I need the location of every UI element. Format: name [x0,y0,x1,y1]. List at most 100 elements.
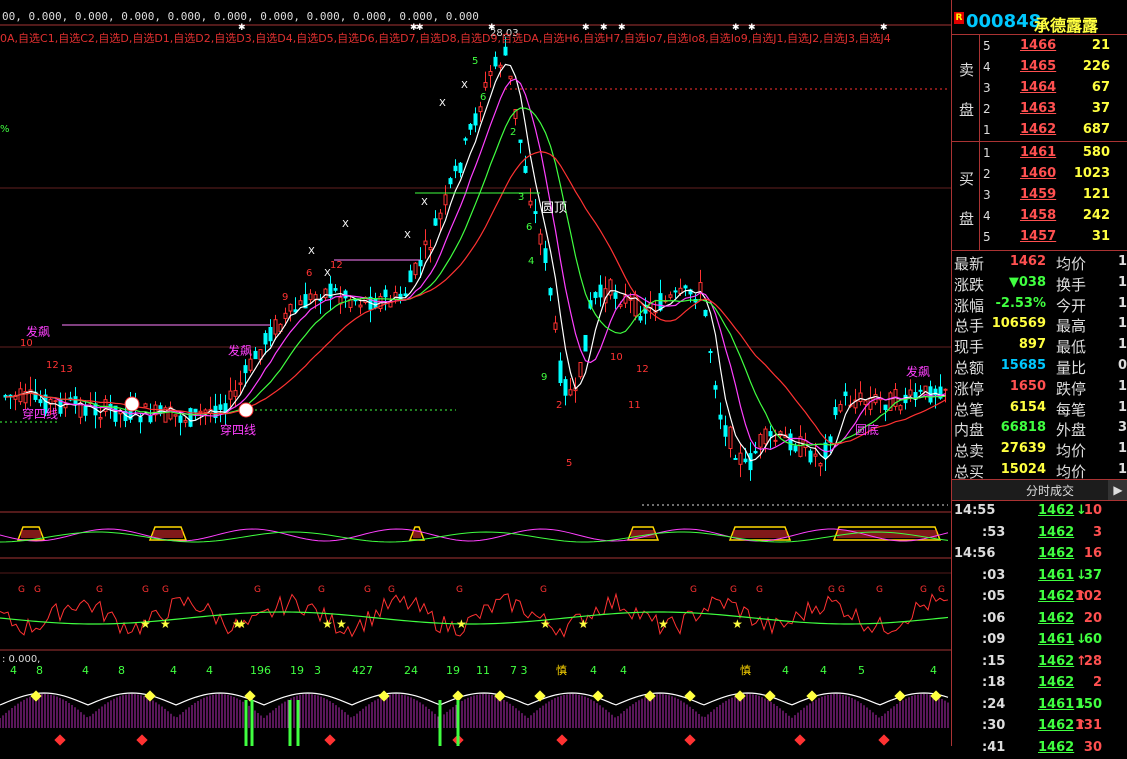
candle-body [549,289,552,295]
red-diamond-marker [54,734,65,745]
quote-key: 涨跌 [954,274,984,295]
quote-value: 1650 [1010,379,1046,394]
candle-body [584,335,587,350]
bid-price[interactable]: 1458 [1020,208,1056,223]
quote-row: 涨跌▼038换手1. [952,273,1127,294]
bar-count-label: 6 [480,92,486,103]
signal-x-marker: X [461,80,468,91]
candle-body [289,304,292,311]
candle-body [74,397,77,405]
quote-value: 1. [1118,275,1127,290]
candle-body [539,234,542,244]
kline-chart[interactable]: 28.03发飙发飙发飙穿四线穿四线圆顶圆底%: 0.000,XXXXXXX✱✱✱… [0,0,951,746]
quote-key: 最高 [1056,315,1086,336]
candle-body [524,166,527,172]
bid-row[interactable]: 214601023 [980,164,1127,185]
candle-body [489,71,492,75]
diamond-marker [452,690,463,701]
candle-body [639,317,642,320]
ask-row[interactable]: 41465226 [980,57,1127,78]
tick-list[interactable]: 14:551462↓10:531462314:56146216:031461↓3… [952,501,1127,759]
candle-body [174,415,177,416]
kline-chart-area[interactable]: 28.03发飙发飙发飙穿四线穿四线圆顶圆底%: 0.000,XXXXXXX✱✱✱… [0,0,951,746]
ask-price[interactable]: 1466 [1020,38,1056,53]
ask-row[interactable]: 2146337 [980,99,1127,120]
candle-body [569,390,572,395]
ask-price[interactable]: 1465 [1020,59,1056,74]
stock-title-bar: R 000848 承德露露 [952,0,1127,35]
ask-price[interactable]: 1464 [1020,80,1056,95]
tick-time: :15 [982,654,1005,669]
tick-time: :53 [982,525,1005,540]
candle-body [249,359,252,370]
g-marker: G [540,585,547,595]
candle-body [559,361,562,382]
stock-name[interactable]: 承德露露 [1034,12,1098,36]
annotation-yuanding: 圆顶 [541,201,567,216]
ask-row[interactable]: 11462687 [980,120,1127,141]
bottom-number: 11 [476,664,490,677]
bid-level: 1 [983,146,991,160]
bar-count-label: 12 [636,364,649,375]
ask-row[interactable]: 3146467 [980,78,1127,99]
ask-price[interactable]: 1463 [1020,101,1056,116]
candle-body [409,271,412,282]
quote-row: 内盘66818外盘39 [952,418,1127,439]
candle-body [509,76,512,79]
ask-row[interactable]: 5146621 [980,36,1127,57]
bid-row[interactable]: 5145731 [980,227,1127,248]
red-diamond-marker [878,734,889,745]
bid-price[interactable]: 1461 [1020,145,1056,160]
candle-body [759,435,762,448]
candle-body [669,295,672,297]
quote-key: 每笔 [1056,399,1086,420]
watchlist-tabs[interactable]: 0A,自选C1,自选C2,自选D,自选D1,自选D2,自选D3,自选D4,自选D… [0,30,891,46]
quote-row: 现手897最低1 [952,335,1127,356]
bottom-number: 4 [82,664,89,677]
tick-price: 1462 [1038,654,1074,669]
ask-price[interactable]: 1462 [1020,122,1056,137]
candle-body [594,293,597,298]
quote-key: 均价 [1056,440,1086,461]
expand-arrow-icon[interactable]: ▶ [1108,480,1127,500]
tick-volume: 131 [1075,718,1102,733]
bid-row[interactable]: 41458242 [980,206,1127,227]
tick-row: 14:56146216 [952,544,1127,566]
buy-star-marker: ★ [658,617,669,631]
candle-body [474,114,477,125]
bid-price[interactable]: 1459 [1020,187,1056,202]
bid-row[interactable]: 31459121 [980,185,1127,206]
quote-row: 最新1462均价1 [952,252,1127,273]
candle-body [499,65,502,67]
candle-body [114,406,117,421]
sell-side-label: 卖 盘 [952,35,980,141]
ask-level: 4 [983,60,991,74]
g-marker: G [34,585,41,595]
ticks-header[interactable]: 分时成交 ▶ [952,480,1127,501]
margin-badge: R [954,12,964,24]
buy-book: 买 盘 114615802146010233145912141458242514… [952,142,1127,251]
candle-body [754,451,757,452]
stock-code[interactable]: 000848 [966,11,1041,32]
bar-count-label: 12 [330,260,343,271]
bar-count-label: 9 [541,372,547,383]
quote-value: 1 [1118,316,1127,331]
quote-key: 总手 [954,315,984,336]
bid-price[interactable]: 1457 [1020,229,1056,244]
red-diamond-marker [684,734,695,745]
pan-label: 盘 [959,208,974,229]
diamond-marker [534,690,545,701]
diamond-marker [894,690,905,701]
tick-time: :09 [982,632,1005,647]
bid-price[interactable]: 1460 [1020,166,1056,181]
ma-line-magenta [6,79,946,452]
quote-key: 总卖 [954,440,984,461]
tick-row: :301462↑131 [952,716,1127,738]
bar-count-label: 11 [628,400,641,411]
bar-count-label: 6 [306,268,312,279]
bid-row[interactable]: 11461580 [980,143,1127,164]
candle-body [534,212,537,214]
annotation-fapiao: 发飙 [906,364,930,379]
candle-body [79,403,82,417]
diamond-marker [930,690,941,701]
